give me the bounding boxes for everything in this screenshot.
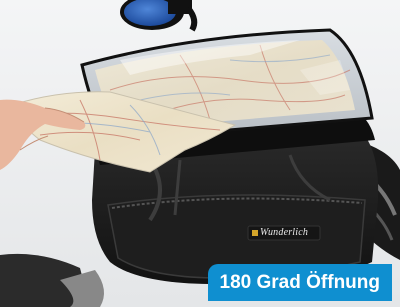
brand-logo: Wunderlich xyxy=(260,227,309,238)
product-photo xyxy=(0,0,400,307)
product-image-frame: Wunderlich 180 Grad Öffnung xyxy=(0,0,400,307)
feature-badge: 180 Grad Öffnung xyxy=(207,264,392,301)
